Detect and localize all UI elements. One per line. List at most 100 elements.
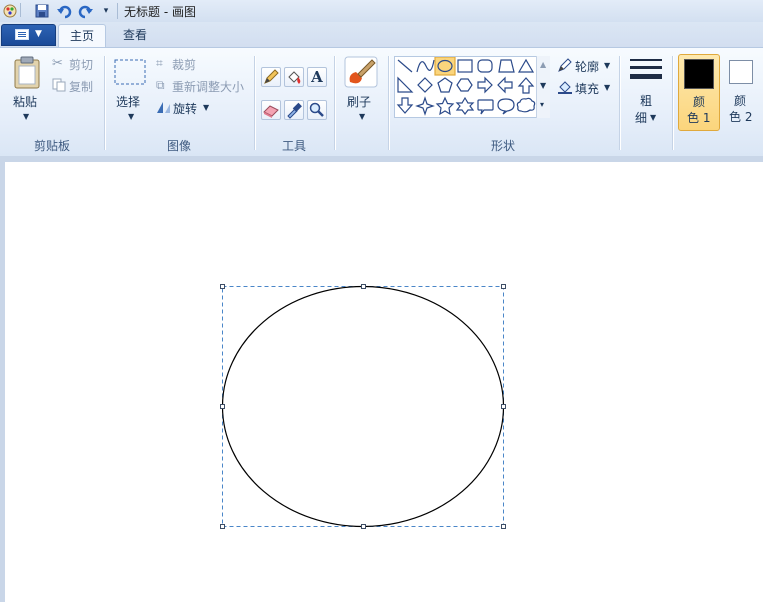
rectangle-shape-icon	[457, 59, 473, 73]
scroll-down-icon[interactable]: ▼	[540, 81, 546, 90]
fill-dropdown-icon: ▼	[604, 83, 611, 92]
oval-callout-shape-icon	[497, 98, 515, 115]
select-button[interactable]: 选择 ▼	[110, 54, 150, 126]
paste-dropdown-icon: ▼	[23, 112, 30, 121]
paste-button[interactable]: 粘贴 ▼	[8, 54, 48, 126]
title-separator	[117, 3, 118, 19]
tab-view[interactable]: 查看	[112, 24, 158, 48]
undo-icon[interactable]	[56, 3, 72, 19]
color2-button[interactable]: 颜 色 2	[724, 54, 760, 131]
color2-swatch	[729, 60, 753, 84]
cloud-callout-shape-icon	[516, 97, 536, 113]
size-button[interactable]: 粗 细 ▼	[625, 54, 667, 132]
brushes-button[interactable]: 刷子 ▼	[340, 54, 382, 126]
resize-handle-top-left[interactable]	[220, 284, 225, 289]
line-shape-icon	[397, 59, 413, 73]
curve-shape-icon	[416, 59, 435, 73]
text-tool[interactable]: A	[307, 67, 327, 87]
cut-label: 剪切	[69, 58, 94, 72]
brushes-dropdown-icon: ▼	[359, 112, 366, 121]
outline-dropdown-icon: ▼	[604, 61, 611, 70]
qa-separator	[20, 3, 25, 17]
eyedropper-icon	[287, 102, 302, 119]
group-separator	[672, 56, 673, 150]
select-dropdown-icon: ▼	[128, 112, 135, 121]
color1-swatch	[684, 59, 714, 89]
crop-label: 裁剪	[172, 58, 197, 72]
resize-handle-top-right[interactable]	[501, 284, 506, 289]
select-label: 选择	[116, 95, 141, 109]
pencil-tool[interactable]	[261, 67, 281, 87]
drawing-canvas[interactable]	[5, 162, 763, 602]
ellipse-shape[interactable]	[221, 285, 505, 528]
color-picker-tool[interactable]	[284, 100, 304, 120]
copy-icon	[52, 78, 66, 95]
four-point-star-shape-icon	[415, 96, 435, 116]
select-icon	[114, 59, 146, 85]
resize-handle-left[interactable]	[220, 404, 225, 409]
group-separator	[104, 56, 105, 150]
magnifier-tool[interactable]	[307, 100, 327, 120]
paint-bucket-icon	[288, 71, 301, 84]
group-separator	[334, 56, 335, 150]
color2-label-line2: 色 2	[729, 110, 753, 124]
window-title: 无标题 - 画图	[124, 5, 196, 19]
group-separator	[254, 56, 255, 150]
resize-handle-bottom-right[interactable]	[501, 524, 506, 529]
redo-icon[interactable]	[78, 3, 94, 19]
magnifier-icon	[309, 102, 324, 117]
shapes-group-label: 形状	[490, 139, 515, 153]
copy-label: 复制	[69, 80, 94, 94]
rotate-dropdown-icon: ▼	[203, 103, 210, 112]
five-point-star-shape-icon	[435, 96, 455, 116]
paste-icon	[14, 56, 40, 89]
left-arrow-shape-icon	[497, 76, 513, 94]
rounded-callout-shape-icon	[477, 99, 494, 115]
triangle-shape-icon	[517, 58, 535, 73]
group-separator	[619, 56, 620, 150]
paste-label: 粘贴	[13, 95, 38, 109]
resize-icon: ⧉	[156, 78, 165, 92]
selection-box[interactable]	[222, 286, 504, 527]
fill-label: 填充	[575, 82, 600, 96]
line-size-icon	[630, 59, 662, 79]
tab-home[interactable]: 主页	[58, 24, 106, 48]
shapes-gallery-scrollbar[interactable]: ▲ ▼ ▾	[536, 56, 550, 118]
paint-menu-button[interactable]: ▼	[1, 24, 56, 46]
crop-icon: ⌗	[156, 56, 163, 70]
pencil-icon	[264, 69, 279, 84]
color1-label-line1: 颜	[693, 95, 706, 109]
resize-handle-top[interactable]	[361, 284, 366, 289]
eraser-tool[interactable]	[261, 100, 281, 120]
chevron-down-icon: ▼	[35, 29, 42, 39]
up-arrow-shape-icon	[517, 77, 535, 94]
customize-quick-access-icon[interactable]: ▾	[98, 3, 114, 19]
save-icon[interactable]	[34, 3, 50, 19]
gallery-expand-icon[interactable]: ▾	[540, 100, 544, 109]
resize-handle-bottom[interactable]	[361, 524, 366, 529]
brush-icon	[344, 56, 378, 88]
menu-icon	[15, 29, 29, 40]
color2-label-line1: 颜	[734, 94, 747, 108]
diamond-shape-icon	[417, 77, 433, 93]
right-arrow-shape-icon	[477, 76, 493, 94]
rotate-label: 旋转	[173, 102, 198, 116]
paint-app-icon[interactable]	[2, 3, 18, 19]
resize-handle-right[interactable]	[501, 404, 506, 409]
shapes-gallery-icons	[396, 56, 536, 116]
color1-button[interactable]: 颜 色 1	[678, 54, 720, 131]
pentagon-shape-icon	[437, 77, 453, 93]
size-dropdown-icon: ▼	[650, 113, 657, 122]
resize-handle-bottom-left[interactable]	[220, 524, 225, 529]
six-point-star-shape-icon	[455, 96, 475, 115]
color1-label-line2: 色 1	[687, 111, 711, 125]
scroll-up-icon[interactable]: ▲	[540, 60, 546, 69]
fill-icon	[557, 79, 573, 98]
right-triangle-shape-icon	[397, 76, 414, 93]
fill-tool[interactable]	[284, 67, 304, 87]
polygon-shape-icon	[498, 59, 515, 73]
group-separator	[388, 56, 389, 150]
shapes-gallery[interactable]	[394, 56, 550, 118]
scissors-icon: ✂	[52, 56, 63, 71]
outline-icon	[557, 57, 573, 76]
